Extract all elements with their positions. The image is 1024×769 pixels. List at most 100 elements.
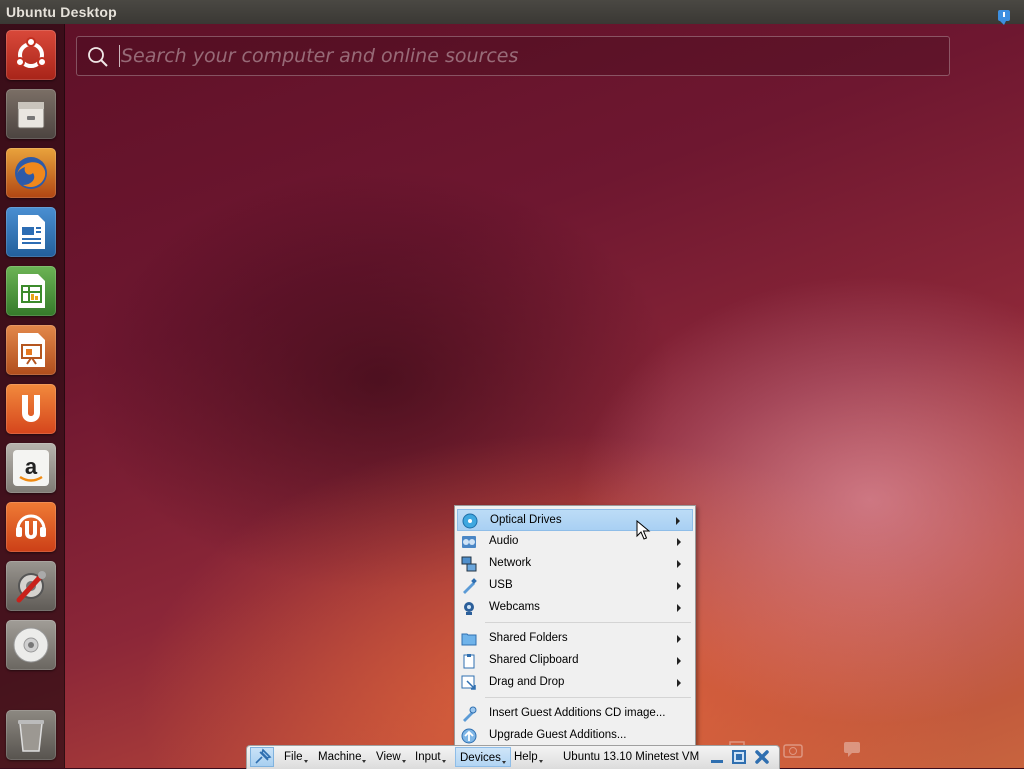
menu-file[interactable]: File xyxy=(284,751,308,763)
menu-file-label: File xyxy=(284,751,303,763)
impress-icon xyxy=(18,333,45,367)
unity-launcher: a xyxy=(0,24,65,768)
restore-icon[interactable] xyxy=(731,749,747,765)
impress-launcher[interactable] xyxy=(6,325,56,375)
usb-icon xyxy=(463,578,477,594)
menu-item-label: Drag and Drop xyxy=(489,676,565,688)
menu-input[interactable]: Input xyxy=(415,751,446,763)
menu-item-shared-folders[interactable]: Shared Folders xyxy=(457,628,693,650)
submenu-arrow-icon xyxy=(677,635,681,643)
dash-search-bar[interactable] xyxy=(76,36,950,76)
devices-menu: Optical Drives Audio Network USB Webcams… xyxy=(454,505,696,749)
menu-machine-label: Machine xyxy=(318,751,362,763)
dropdown-arrow-icon xyxy=(401,760,406,763)
ubuntu-logo-icon xyxy=(15,37,47,68)
submenu-arrow-icon xyxy=(677,604,681,612)
clipboard-icon xyxy=(463,654,475,669)
chat-icon xyxy=(844,742,860,757)
menu-help-label: Help xyxy=(514,751,538,763)
menu-item-label: Optical Drives xyxy=(490,514,562,526)
top-panel: Ubuntu Desktop xyxy=(0,0,1024,25)
dropdown-arrow-icon xyxy=(538,760,543,763)
mouse-pointer-icon xyxy=(636,520,651,540)
menu-machine[interactable]: Machine xyxy=(318,751,367,763)
menu-view[interactable]: View xyxy=(376,751,406,763)
network-icon xyxy=(461,556,477,572)
submenu-arrow-icon xyxy=(677,560,681,568)
shared-folder-icon xyxy=(461,633,477,646)
dropdown-arrow-icon xyxy=(501,761,506,764)
system-settings-launcher[interactable] xyxy=(6,561,56,611)
pin-icon xyxy=(255,748,272,764)
window-title: Ubuntu Desktop xyxy=(6,4,117,20)
menu-item-label: Network xyxy=(489,557,532,569)
submenu-arrow-icon xyxy=(677,679,681,687)
submenu-arrow-icon xyxy=(677,657,681,665)
menu-item-shared-clipboard[interactable]: Shared Clipboard xyxy=(457,650,693,672)
music-store-launcher[interactable] xyxy=(6,502,56,552)
writer-icon xyxy=(18,215,45,249)
dropdown-arrow-icon xyxy=(441,760,446,763)
vbox-mini-toolbar: File Machine View Input Devices Help Ubu… xyxy=(246,745,780,769)
calc-launcher[interactable] xyxy=(6,266,56,316)
ubuntu-one-launcher[interactable] xyxy=(6,384,56,434)
menu-item-network[interactable]: Network xyxy=(457,553,693,575)
settings-icon xyxy=(16,571,46,603)
menu-item-label: Shared Folders xyxy=(489,632,568,644)
menu-item-webcams[interactable]: Webcams xyxy=(457,597,693,619)
menu-separator xyxy=(485,622,691,623)
menu-separator xyxy=(485,697,691,698)
dvd-launcher[interactable] xyxy=(6,620,56,670)
drag-drop-icon xyxy=(461,675,476,690)
dropdown-arrow-icon xyxy=(362,760,367,763)
file-cabinet-icon xyxy=(17,101,45,129)
minimize-icon[interactable] xyxy=(709,749,725,765)
vm-title: Ubuntu 13.10 Minetest VM xyxy=(563,751,700,763)
search-input[interactable] xyxy=(119,39,943,73)
text-caret xyxy=(119,45,120,67)
trash-launcher[interactable] xyxy=(6,710,56,760)
ubuntu-one-icon xyxy=(22,395,40,422)
menu-item-label: USB xyxy=(489,579,513,591)
firefox-icon xyxy=(15,157,47,189)
firefox-launcher[interactable] xyxy=(6,148,56,198)
amazon-launcher[interactable]: a xyxy=(6,443,56,493)
menu-item-usb[interactable]: USB xyxy=(457,575,693,597)
menu-item-label: Audio xyxy=(489,535,519,547)
pin-button[interactable] xyxy=(250,747,274,767)
submenu-arrow-icon xyxy=(677,582,681,590)
search-icon xyxy=(88,47,108,67)
notification-icon[interactable] xyxy=(998,10,1010,25)
upgrade-icon xyxy=(461,728,477,744)
close-icon[interactable] xyxy=(754,749,770,765)
submenu-arrow-icon xyxy=(676,517,680,525)
dvd-icon xyxy=(13,627,49,663)
menu-view-label: View xyxy=(376,751,401,763)
menu-item-audio[interactable]: Audio xyxy=(457,531,693,553)
dash-home-button[interactable] xyxy=(6,30,56,80)
amazon-icon: a xyxy=(13,450,49,486)
menu-item-insert-guest-additions[interactable]: Insert Guest Additions CD image... xyxy=(457,703,693,725)
menu-devices-label: Devices xyxy=(460,752,501,764)
writer-launcher[interactable] xyxy=(6,207,56,257)
calc-icon xyxy=(18,274,45,308)
menu-item-label: Shared Clipboard xyxy=(489,654,579,666)
menu-item-upgrade-guest-additions[interactable]: Upgrade Guest Additions... xyxy=(457,725,693,747)
optical-drive-icon xyxy=(462,513,478,529)
webcam-icon xyxy=(464,602,474,615)
menu-item-label: Webcams xyxy=(489,601,540,613)
camera-icon xyxy=(783,744,803,758)
menu-devices[interactable]: Devices xyxy=(455,747,511,767)
menu-item-label: Insert Guest Additions CD image... xyxy=(489,707,666,719)
submenu-arrow-icon xyxy=(677,538,681,546)
svg-text:a: a xyxy=(25,454,38,479)
music-store-icon xyxy=(16,514,46,539)
audio-icon xyxy=(462,536,476,548)
menu-item-optical-drives[interactable]: Optical Drives xyxy=(457,509,693,531)
menu-help[interactable]: Help xyxy=(514,751,543,763)
files-launcher[interactable] xyxy=(6,89,56,139)
menu-item-drag-and-drop[interactable]: Drag and Drop xyxy=(457,672,693,694)
menu-input-label: Input xyxy=(415,751,441,763)
menu-item-label: Upgrade Guest Additions... xyxy=(489,729,627,741)
dropdown-arrow-icon xyxy=(303,760,308,763)
